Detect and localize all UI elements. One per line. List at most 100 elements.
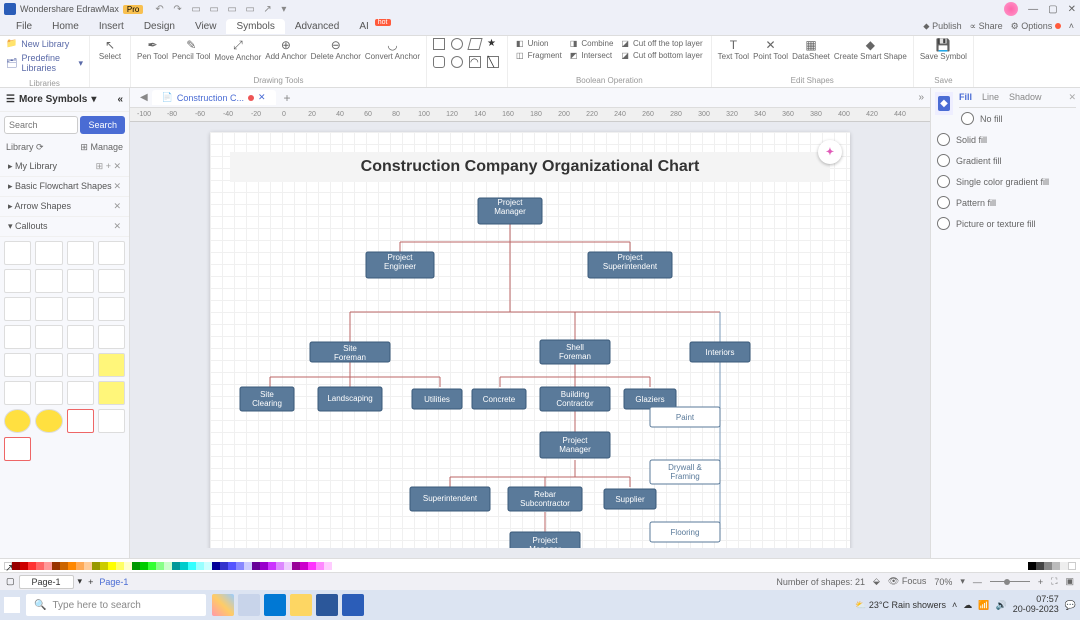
node-pm2[interactable]: ProjectManager: [559, 436, 591, 454]
section-callouts[interactable]: ▾ Callouts✕: [0, 217, 129, 237]
shape-thumb[interactable]: [35, 381, 62, 405]
node-dry[interactable]: Drywall &Framing: [668, 463, 702, 481]
zoom-dropdown[interactable]: ▾: [960, 576, 965, 587]
tab-fill[interactable]: Fill: [959, 92, 972, 103]
canvas-viewport[interactable]: Construction Company Organizational Char…: [144, 122, 916, 548]
menu-advanced[interactable]: Advanced: [285, 19, 349, 34]
shape-thumb[interactable]: [4, 297, 31, 321]
shape-thumb[interactable]: [35, 269, 62, 293]
taskbar-search[interactable]: 🔍 Type here to search: [26, 594, 206, 616]
shape-thumb[interactable]: [4, 269, 31, 293]
taskbar-app-active[interactable]: [342, 594, 364, 616]
taskbar-app[interactable]: [238, 594, 260, 616]
taskbar-app[interactable]: [264, 594, 286, 616]
shape-thumb[interactable]: [98, 297, 125, 321]
new-library-button[interactable]: 📁 New Library: [6, 38, 83, 49]
pencil-tool[interactable]: ✎Pencil Tool: [172, 38, 211, 62]
text-tool[interactable]: TText Tool: [718, 38, 749, 61]
section-basic-flowchart[interactable]: ▸ Basic Flowchart Shapes✕: [0, 177, 129, 197]
tray-volume-icon[interactable]: 🔊: [996, 600, 1007, 611]
menu-home[interactable]: Home: [42, 19, 89, 34]
opt-solid[interactable]: Solid fill: [935, 129, 1076, 150]
node-bc[interactable]: BuildingContractor: [556, 390, 594, 408]
redo-icon[interactable]: ↷: [173, 4, 183, 14]
menu-insert[interactable]: Insert: [89, 19, 134, 34]
section-arrow-shapes[interactable]: ▸ Arrow Shapes✕: [0, 197, 129, 217]
collapse-ribbon-icon[interactable]: ˄: [1069, 21, 1074, 32]
shape-roundrect[interactable]: [433, 56, 445, 68]
page-list-icon[interactable]: ▢: [6, 576, 15, 587]
taskbar-clock[interactable]: 07:57 20-09-2023: [1013, 595, 1059, 615]
shape-thumb[interactable]: [67, 409, 94, 433]
page-tab[interactable]: Page-1: [19, 575, 74, 589]
more-symbols-button[interactable]: ☰ More Symbols ▾ «: [0, 88, 129, 112]
zoom-in[interactable]: +: [1038, 577, 1043, 587]
ai-assistant-icon[interactable]: ✦: [818, 140, 842, 164]
zoom-out[interactable]: —: [973, 577, 982, 587]
node-pm3[interactable]: ProjectManager: [529, 536, 561, 548]
page-tab-dropdown[interactable]: ▾: [78, 576, 83, 587]
weather-widget[interactable]: ⛅ 23°C Rain showers: [855, 600, 946, 611]
manage-button[interactable]: ⊞ Manage: [80, 142, 123, 153]
maximize-button[interactable]: ▢: [1048, 4, 1057, 15]
shape-line[interactable]: ╲: [487, 56, 499, 68]
add-page-button[interactable]: +: [88, 577, 93, 587]
shape-thumb[interactable]: [35, 409, 62, 433]
presentation-icon[interactable]: ⬙: [873, 576, 880, 587]
taskbar-app[interactable]: [316, 594, 338, 616]
qa-icon[interactable]: ▭: [191, 4, 201, 14]
qa-icon[interactable]: ↗: [263, 4, 273, 14]
profile-avatar[interactable]: [1004, 2, 1018, 16]
opt-pattern[interactable]: Pattern fill: [935, 192, 1076, 213]
shape-thumb[interactable]: [67, 269, 94, 293]
shape-thumb[interactable]: [67, 241, 94, 265]
shape-thumb[interactable]: [98, 353, 125, 377]
collapse-right-icon[interactable]: »: [912, 92, 930, 103]
opt-single-gradient[interactable]: Single color gradient fill: [935, 171, 1076, 192]
tab-shadow[interactable]: Shadow: [1009, 92, 1042, 103]
shape-circle[interactable]: [451, 38, 463, 50]
shape-arc[interactable]: ◠: [469, 56, 481, 68]
shape-thumb[interactable]: [35, 297, 62, 321]
shape-thumb[interactable]: [98, 325, 125, 349]
new-tab-button[interactable]: +: [276, 91, 299, 105]
menu-view[interactable]: View: [185, 19, 227, 34]
zoom-value[interactable]: 70%: [934, 577, 952, 587]
fit-icon[interactable]: ⛶: [1051, 576, 1057, 587]
options-button[interactable]: ⚙ Options: [1011, 21, 1061, 32]
node-glz[interactable]: Glaziers: [635, 395, 664, 404]
node-conc[interactable]: Concrete: [483, 395, 516, 404]
fragment-button[interactable]: ◫ Fragment: [514, 50, 564, 61]
tray-wifi-icon[interactable]: 📶: [978, 600, 989, 611]
doc-tab[interactable]: 📄 Construction C... ✕: [152, 90, 276, 105]
cut-bottom-button[interactable]: ◪ Cut off bottom layer: [619, 50, 704, 61]
shape-thumb[interactable]: [35, 241, 62, 265]
intersect-button[interactable]: ◩ Intersect: [568, 50, 616, 61]
create-smart-shape-button[interactable]: ◆Create Smart Shape: [834, 38, 907, 61]
move-anchor-tool[interactable]: ⤢Move Anchor: [215, 38, 262, 62]
shape-thumb[interactable]: [67, 353, 94, 377]
shape-rect[interactable]: [433, 38, 445, 50]
format-icon[interactable]: ◆: [938, 96, 950, 111]
menu-symbols[interactable]: Symbols: [226, 19, 284, 34]
combine-button[interactable]: ◨ Combine: [568, 38, 616, 49]
node-pe[interactable]: ProjectEngineer: [384, 253, 416, 271]
symbol-search-input[interactable]: [4, 116, 78, 134]
node-land[interactable]: Landscaping: [327, 394, 372, 403]
shape-thumb[interactable]: [67, 297, 94, 321]
undo-icon[interactable]: ↶: [155, 4, 165, 14]
qa-icon[interactable]: ▭: [245, 4, 255, 14]
qa-dropdown[interactable]: ▾: [281, 4, 291, 14]
focus-label[interactable]: 👁 Focus: [888, 576, 926, 587]
shape-thumb[interactable]: [67, 325, 94, 349]
node-util[interactable]: Utilities: [424, 395, 450, 404]
shape-thumb[interactable]: [98, 381, 125, 405]
opt-nofill[interactable]: No fill: [959, 108, 1076, 129]
qa-icon[interactable]: ▭: [209, 4, 219, 14]
opt-picture[interactable]: Picture or texture fill: [935, 213, 1076, 234]
shape-thumb[interactable]: [4, 353, 31, 377]
pen-tool[interactable]: ✒Pen Tool: [137, 38, 168, 62]
shape-thumb[interactable]: [98, 241, 125, 265]
menu-file[interactable]: File: [6, 19, 42, 34]
shape-thumb[interactable]: [98, 269, 125, 293]
